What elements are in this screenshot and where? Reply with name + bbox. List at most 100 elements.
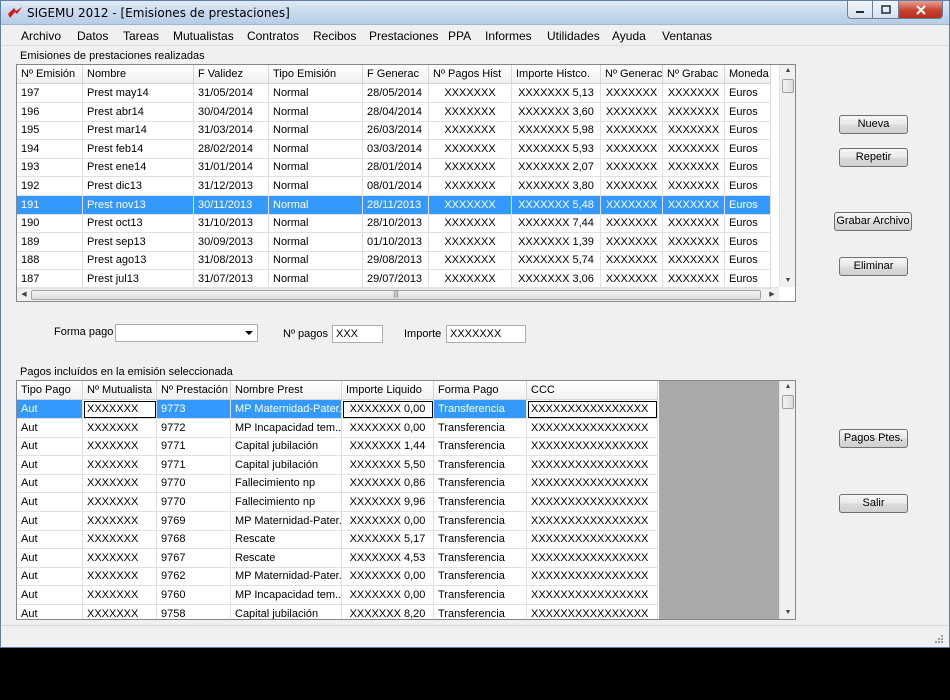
emisiones-col-header[interactable]: F Validez xyxy=(194,65,269,84)
emisiones-cell: XXXXXXX xyxy=(601,270,663,289)
emisiones-vscroll[interactable]: ▲ ▼ xyxy=(779,65,795,287)
pagos-col-header[interactable]: Importe Liquido xyxy=(342,381,434,400)
pagos-row[interactable]: Aut XXXXXXX 9758 Capital jubilación XXXXXXX … xyxy=(17,604,658,619)
importe-field[interactable]: XXXXXXX xyxy=(446,325,526,343)
emisiones-cell: 01/10/2013 xyxy=(363,232,429,252)
scroll-down-icon[interactable]: ▼ xyxy=(780,275,795,287)
pagos-cell: 9760 xyxy=(157,586,231,605)
grabar-archivo-button[interactable]: Grabar Archivo xyxy=(834,212,912,231)
emisiones-row[interactable]: 188 Prest ago13 31/08/2013 Normal 29/08/2013… xyxy=(17,251,771,271)
scroll-right-icon[interactable]: ▶ xyxy=(765,288,779,301)
pagos-row[interactable]: Aut XXXXXXX 9767 Rescate XXXXXXX 4,53 Transfe… xyxy=(17,548,658,568)
emisiones-col-header[interactable]: Tipo Emisión xyxy=(269,65,363,84)
emisiones-cell: XXXXXXX 5,98 xyxy=(512,121,601,141)
emisiones-col-header[interactable]: Nombre xyxy=(83,65,194,84)
pagos-ptes-button[interactable]: Pagos Ptes. xyxy=(839,429,908,448)
repetir-button[interactable]: Repetir xyxy=(839,148,908,167)
scroll-down-icon[interactable]: ▼ xyxy=(780,607,795,619)
emisiones-row[interactable]: 192 Prest dic13 31/12/2013 Normal 08/01/2014… xyxy=(17,177,771,196)
pagos-row[interactable]: Aut XXXXXXX 9772 MP Incapacidad tem... XXXXX… xyxy=(17,418,658,438)
emisiones-hscroll[interactable]: ◀ ||| ▶ xyxy=(17,287,779,301)
menu-tareas[interactable]: Tareas xyxy=(123,29,159,43)
pagos-cell: XXXXXXX xyxy=(83,493,157,512)
pagos-col-header[interactable]: Nombre Prest xyxy=(231,381,342,400)
pagos-col-header[interactable]: Tipo Pago xyxy=(17,381,83,400)
emisiones-cell: 31/07/2013 xyxy=(194,270,269,289)
close-button[interactable] xyxy=(899,1,943,19)
menu-ppa[interactable]: PPA xyxy=(448,29,471,43)
emisiones-cell: Normal xyxy=(269,251,363,271)
emisiones-cell: Prest may14 xyxy=(83,84,194,103)
menu-ayuda[interactable]: Ayuda xyxy=(612,29,646,43)
emisiones-row[interactable]: 191 Prest nov13 30/11/2013 Normal 28/11/2013… xyxy=(17,195,771,215)
menu-informes[interactable]: Informes xyxy=(485,29,532,43)
menu-ventanas[interactable]: Ventanas xyxy=(662,29,712,43)
pagos-row[interactable]: Aut XXXXXXX 9760 MP Incapacidad tem... XXXXX… xyxy=(17,586,658,605)
pagos-col-header[interactable]: CCC xyxy=(527,381,658,400)
emisiones-row[interactable]: 197 Prest may14 31/05/2014 Normal 28/05/2014… xyxy=(17,84,771,103)
menu-mutualistas[interactable]: Mutualistas xyxy=(173,29,234,43)
emisiones-cell: 196 xyxy=(17,102,83,122)
pagos-cell: MP Maternidad-Pater... xyxy=(231,511,342,531)
pagos-row[interactable]: Aut XXXXXXX 9768 Rescate XXXXXXX 5,17 Transfe… xyxy=(17,530,658,550)
pagos-row[interactable]: Aut XXXXXXX 9770 Fallecimiento np XXXXXXX 0,… xyxy=(17,474,658,494)
emisiones-col-header[interactable]: Moneda xyxy=(725,65,771,84)
emisiones-col-header[interactable]: Nº Pagos Hist xyxy=(429,65,512,84)
forma-pago-combo[interactable] xyxy=(115,324,258,342)
emisiones-grid[interactable]: ▲ ▼ ◀ ||| ▶ Nº Emisión Nombre F Validez Tip… xyxy=(16,64,796,302)
minimize-button[interactable] xyxy=(847,1,873,19)
menu-datos[interactable]: Datos xyxy=(77,29,108,43)
emisiones-row[interactable]: 193 Prest ene14 31/01/2014 Normal 28/01/2014… xyxy=(17,158,771,178)
pagos-row[interactable]: Aut XXXXXXX 9770 Fallecimiento np XXXXXXX 9,… xyxy=(17,493,658,512)
emisiones-row[interactable]: 196 Prest abr14 30/04/2014 Normal 28/04/2014… xyxy=(17,102,771,122)
scroll-left-icon[interactable]: ◀ xyxy=(17,288,31,301)
resize-grip-icon[interactable] xyxy=(934,634,944,644)
scroll-up-icon[interactable]: ▲ xyxy=(780,65,795,77)
menu-contratos[interactable]: Contratos xyxy=(247,29,299,43)
pagos-cell: XXXXXXX 8,20 xyxy=(342,604,434,619)
eliminar-button[interactable]: Eliminar xyxy=(839,257,908,276)
pagos-row[interactable]: Aut XXXXXXX 9771 Capital jubilación XXXXXXX … xyxy=(17,455,658,475)
emisiones-col-header[interactable]: Nº Grabac xyxy=(663,65,725,84)
maximize-button[interactable] xyxy=(873,1,899,19)
emisiones-row[interactable]: 189 Prest sep13 30/09/2013 Normal 01/10/2013… xyxy=(17,232,771,252)
menu-prestaciones[interactable]: Prestaciones xyxy=(369,29,438,43)
emisiones-col-header[interactable]: Nº Emisión xyxy=(17,65,83,84)
emisiones-row[interactable]: 195 Prest mar14 31/03/2014 Normal 26/03/2014… xyxy=(17,121,771,141)
emisiones-row[interactable]: 190 Prest oct13 31/10/2013 Normal 28/10/2013… xyxy=(17,214,771,234)
hscroll-thumb[interactable]: ||| xyxy=(31,290,761,300)
pagos-cell: 9771 xyxy=(157,437,231,457)
emisiones-cell: Euros xyxy=(725,158,771,178)
pagos-col-header[interactable]: Nº Mutualista xyxy=(83,381,157,400)
pagos-row[interactable]: Aut XXXXXXX 9771 Capital jubilación XXXXXXX … xyxy=(17,437,658,457)
chevron-down-icon[interactable] xyxy=(245,331,253,335)
salir-button[interactable]: Salir xyxy=(839,494,908,513)
scroll-thumb[interactable] xyxy=(782,395,794,409)
emisiones-col-header[interactable]: Nº Generac xyxy=(601,65,663,84)
pagos-row[interactable]: Aut XXXXXXX 9762 MP Maternidad-Pater... XXXX… xyxy=(17,567,658,587)
scroll-thumb[interactable] xyxy=(782,79,794,93)
emisiones-cell: XXXXXXX 2,07 xyxy=(512,158,601,178)
pagos-row[interactable]: Aut XXXXXXX 9769 MP Maternidad-Pater... XXXX… xyxy=(17,511,658,531)
title-bar[interactable]: SIGEMU 2012 - [Emisiones de prestaciones… xyxy=(1,1,949,25)
num-pagos-field[interactable]: XXX xyxy=(332,325,383,343)
emisiones-col-header[interactable]: F Generac xyxy=(363,65,429,84)
menu-utilidades[interactable]: Utilidades xyxy=(547,29,600,43)
nueva-button[interactable]: Nueva xyxy=(839,115,908,134)
emisiones-cell: Prest ene14 xyxy=(83,158,194,178)
menu-archivo[interactable]: Archivo xyxy=(21,29,61,43)
pagos-cell: Transferencia xyxy=(434,400,527,419)
emisiones-row[interactable]: 194 Prest feb14 28/02/2014 Normal 03/03/2014… xyxy=(17,139,771,159)
pagos-row[interactable]: Aut XXXXXXX 9773 MP Maternidad-Pater... XXXX… xyxy=(17,400,658,419)
pagos-cell: Aut xyxy=(17,493,83,512)
pagos-grid[interactable]: ▲ ▼ Tipo Pago Nº Mutualista Nº Prestación N… xyxy=(16,380,796,620)
emisiones-col-header[interactable]: Importe Histco. xyxy=(512,65,601,84)
pagos-col-header[interactable]: Forma Pago xyxy=(434,381,527,400)
pagos-col-header[interactable]: Nº Prestación xyxy=(157,381,231,400)
menu-recibos[interactable]: Recibos xyxy=(313,29,356,43)
scroll-up-icon[interactable]: ▲ xyxy=(780,381,795,393)
emisiones-cell: XXXXXXX xyxy=(663,214,725,234)
pagos-vscroll[interactable]: ▲ ▼ xyxy=(779,381,795,619)
emisiones-cell: 195 xyxy=(17,121,83,141)
emisiones-row[interactable]: 187 Prest jul13 31/07/2013 Normal 29/07/2013… xyxy=(17,270,771,289)
